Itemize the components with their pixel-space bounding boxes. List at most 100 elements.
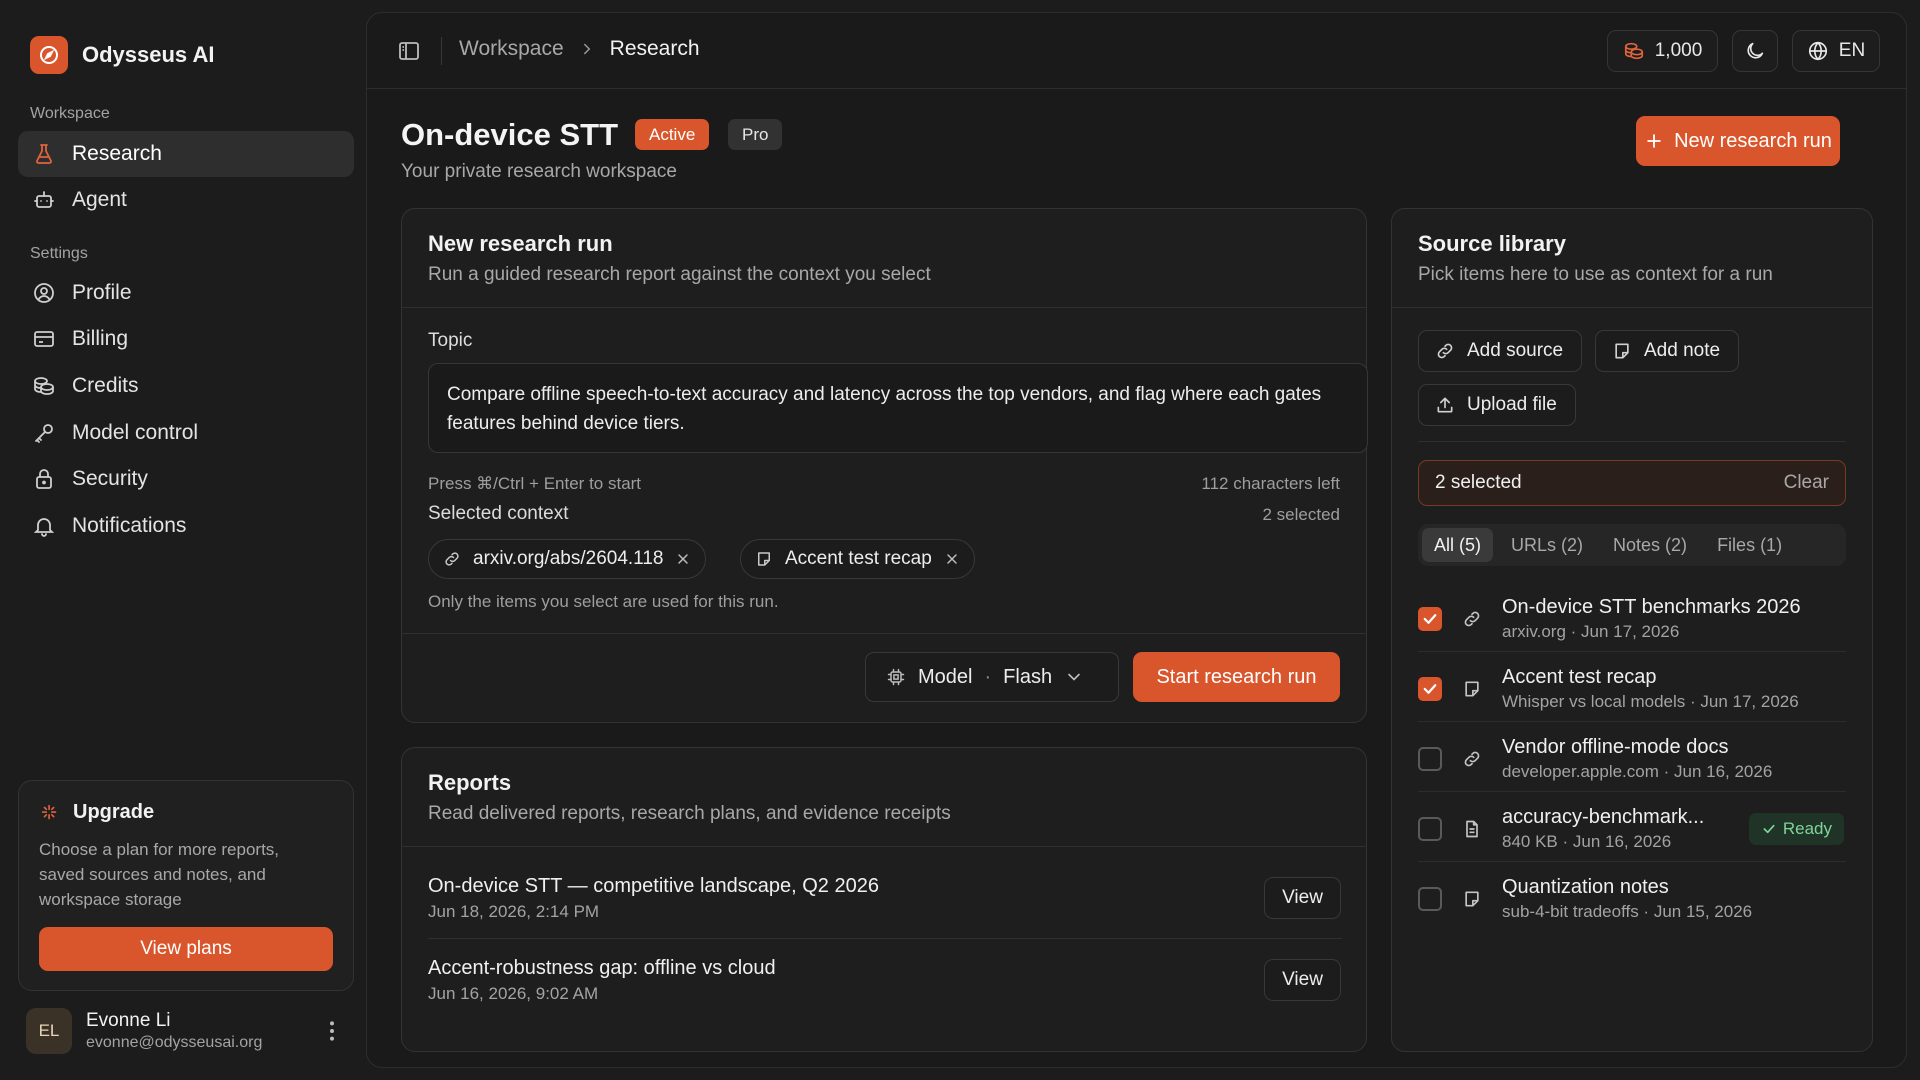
checkbox[interactable] <box>1418 817 1442 841</box>
sidebar-item-agent[interactable]: Agent <box>18 177 354 223</box>
language-value: EN <box>1838 40 1866 61</box>
topbar-divider <box>441 37 442 65</box>
selection-bar: 2 selected Clear <box>1418 460 1846 506</box>
reports-title: Reports <box>428 770 512 795</box>
tab-files[interactable]: Files (1) <box>1705 528 1794 562</box>
source-item[interactable]: On-device STT benchmarks 2026 arxiv.org … <box>1418 584 1846 652</box>
language-selector[interactable]: EN <box>1792 30 1880 72</box>
credits-button[interactable]: 1,000 <box>1607 30 1718 72</box>
source-item[interactable]: Accent test recap Whisper vs local model… <box>1418 654 1846 722</box>
library-tabs: All (5) URLs (2) Notes (2) Files (1) <box>1418 524 1846 566</box>
source-title: Quantization notes <box>1502 876 1669 898</box>
divider <box>428 938 1342 939</box>
topbar: Workspace Research 1,000 EN <box>367 13 1906 89</box>
sidebar-item-label: Credits <box>72 374 139 397</box>
upgrade-title: Upgrade <box>73 801 155 823</box>
sidebar-toggle-icon[interactable] <box>397 39 421 63</box>
coins-icon <box>1623 40 1645 62</box>
upload-file-button[interactable]: Upload file <box>1418 384 1576 426</box>
upgrade-card: Upgrade Choose a plan for more reports, … <box>18 780 354 991</box>
key-icon <box>32 421 56 445</box>
sidebar: Odysseus AI Workspace Research Agent Set… <box>0 0 366 1080</box>
divider <box>1392 307 1872 308</box>
report-title: On-device STT — competitive landscape, Q… <box>428 875 879 897</box>
report-date: Jun 16, 2026, 9:02 AM <box>428 984 599 1003</box>
tab-urls[interactable]: URLs (2) <box>1499 528 1595 562</box>
source-item[interactable]: Vendor offline-mode docs developer.apple… <box>1418 724 1846 792</box>
remove-icon[interactable] <box>944 551 960 567</box>
sidebar-item-credits[interactable]: Credits <box>18 363 354 409</box>
new-research-run-label: New research run <box>1674 129 1832 152</box>
source-meta: Whisper vs local models · Jun 17, 2026 <box>1502 692 1799 711</box>
start-research-run-button[interactable]: Start research run <box>1133 652 1340 702</box>
clear-selection-button[interactable]: Clear <box>1784 472 1829 494</box>
tab-notes[interactable]: Notes (2) <box>1601 528 1699 562</box>
tab-all[interactable]: All (5) <box>1422 528 1494 562</box>
source-item[interactable]: Quantization notes sub-4-bit tradeoffs ·… <box>1418 864 1846 932</box>
sidebar-item-profile[interactable]: Profile <box>18 270 354 316</box>
checkbox-checked[interactable] <box>1418 607 1442 631</box>
link-icon <box>1435 341 1455 361</box>
sidebar-item-model-control[interactable]: Model control <box>18 410 354 456</box>
sidebar-item-label: Agent <box>72 188 127 211</box>
sidebar-item-label: Billing <box>72 327 129 350</box>
sidebar-item-label: Security <box>72 467 148 490</box>
sidebar-item-label: Research <box>72 142 162 165</box>
context-chip[interactable]: Accent test recap <box>740 539 975 579</box>
sidebar-item-billing[interactable]: Billing <box>18 316 354 362</box>
source-title: On-device STT benchmarks 2026 <box>1502 596 1801 618</box>
sidebar-item-research[interactable]: Research <box>18 131 354 177</box>
link-icon <box>443 550 461 568</box>
model-select[interactable]: Model · Flash <box>865 652 1119 702</box>
context-hint: Only the items you select are used for t… <box>428 592 779 611</box>
checkbox[interactable] <box>1418 747 1442 771</box>
report-title: Accent-robustness gap: offline vs cloud <box>428 957 776 979</box>
add-note-label: Add note <box>1644 340 1721 361</box>
add-note-button[interactable]: Add note <box>1595 330 1740 372</box>
user-account[interactable]: EL Evonne Li evonne@odysseusai.org <box>26 1003 352 1059</box>
view-report-button[interactable]: View <box>1264 959 1341 1001</box>
source-item[interactable]: accuracy-benchmark... 840 KB · Jun 16, 2… <box>1418 794 1846 862</box>
view-plans-button[interactable]: View plans <box>39 927 333 971</box>
theme-toggle[interactable] <box>1732 30 1778 72</box>
brand[interactable]: Odysseus AI <box>30 36 214 74</box>
selected-count: 2 selected <box>1435 472 1522 493</box>
divider <box>1418 861 1846 862</box>
checkbox[interactable] <box>1418 887 1442 911</box>
model-value: Flash <box>1003 665 1053 688</box>
coins-icon <box>32 374 56 398</box>
checkbox-checked[interactable] <box>1418 677 1442 701</box>
divider <box>1418 441 1846 442</box>
divider <box>402 307 1366 308</box>
workspace-heading: Workspace <box>30 105 110 122</box>
brand-name: Odysseus AI <box>82 42 215 67</box>
sidebar-item-notifications[interactable]: Notifications <box>18 503 354 549</box>
sidebar-item-label: Notifications <box>72 514 187 537</box>
context-chip[interactable]: arxiv.org/abs/2604.118 <box>428 539 707 579</box>
remove-icon[interactable] <box>675 551 691 567</box>
reports-subtitle: Read delivered reports, research plans, … <box>428 803 951 824</box>
note-icon <box>755 550 773 568</box>
more-vertical-icon[interactable] <box>318 1017 346 1045</box>
sidebar-item-security[interactable]: Security <box>18 456 354 502</box>
add-source-button[interactable]: Add source <box>1418 330 1583 372</box>
source-meta: sub-4-bit tradeoffs · Jun 15, 2026 <box>1502 902 1753 921</box>
upload-icon <box>1435 395 1455 415</box>
context-count: 2 selected <box>1262 505 1341 524</box>
topic-input[interactable]: Compare offline speech-to-text accuracy … <box>428 363 1368 453</box>
link-icon <box>1462 749 1482 769</box>
credits-value: 1,000 <box>1654 40 1703 61</box>
settings-heading: Settings <box>30 245 88 262</box>
new-run-card: New research run Run a guided research r… <box>401 208 1368 723</box>
avatar: EL <box>26 1008 72 1054</box>
upgrade-description: Choose a plan for more reports, saved so… <box>39 840 280 909</box>
new-research-run-button[interactable]: New research run <box>1636 116 1840 166</box>
topic-label: Topic <box>428 330 473 351</box>
view-report-button[interactable]: View <box>1264 877 1341 919</box>
breadcrumb-workspace[interactable]: Workspace <box>459 37 564 61</box>
lock-icon <box>32 467 56 491</box>
add-source-label: Add source <box>1467 340 1564 361</box>
divider <box>1418 791 1846 792</box>
check-icon <box>1761 821 1777 837</box>
main-panel: Workspace Research 1,000 EN On-device ST… <box>366 12 1907 1068</box>
